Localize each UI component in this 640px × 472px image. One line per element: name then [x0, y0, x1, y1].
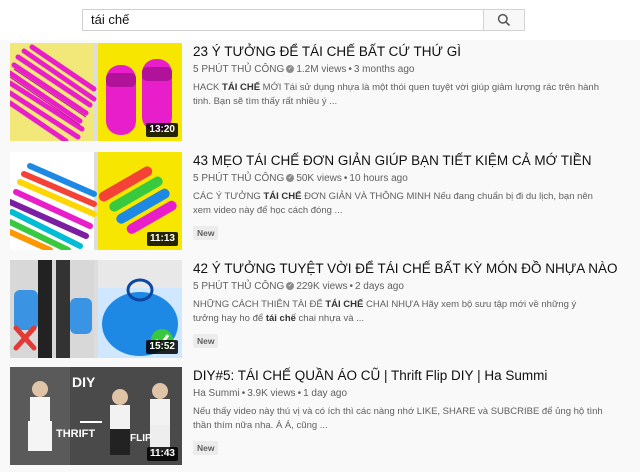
channel-name[interactable]: 5 PHÚT THỦ CÔNG	[193, 64, 284, 75]
search-icon	[497, 13, 511, 27]
separator-dot: •	[349, 281, 353, 292]
video-meta: 5 PHÚT THỦ CÔNG ✓ 50K views • 10 hours ago	[193, 172, 630, 185]
verified-check-icon: ✓	[286, 64, 295, 73]
video-thumbnail[interactable]: DIY THRIFT FLIP 11:43	[10, 367, 182, 465]
video-title[interactable]: 43 MẸO TÁI CHẾ ĐƠN GIẢN GIÚP BẠN TIẾT KI…	[193, 152, 630, 170]
thumbnail-thrift-text: THRIFT	[56, 428, 95, 440]
channel-name[interactable]: Ha Summi	[193, 388, 240, 399]
video-description: HACK TÁI CHẾ MỚI Tái sử dụng nhựa là một…	[193, 82, 599, 107]
thumbnail-diy-text: DIY	[72, 374, 96, 390]
upload-age: 2 days ago	[354, 281, 404, 292]
video-meta: 5 PHÚT THỦ CÔNG ✓ 229K views • 2 days ago	[193, 280, 630, 293]
separator-dot: •	[297, 388, 302, 399]
video-description: NHỮNG CÁCH THIÊN TÀI ĐỂ TÁI CHẾ CHAI NHỰ…	[193, 299, 577, 324]
top-bar: tái chế	[0, 0, 640, 40]
video-duration: 11:43	[146, 447, 178, 461]
video-thumbnail[interactable]: 11:13	[10, 152, 182, 250]
upload-age: 3 months ago	[353, 64, 415, 75]
separator-dot: •	[348, 64, 352, 75]
video-title[interactable]: 23 Ý TƯỞNG ĐỂ TÁI CHẾ BẤT CỨ THỨ GÌ	[193, 43, 630, 61]
video-info: 42 Ý TƯỞNG TUYỆT VỜI ĐỂ TÁI CHẾ BẤT KỲ M…	[193, 260, 630, 349]
separator-dot: •	[241, 388, 246, 399]
video-info: DIY#5: TÁI CHẾ QUẦN ÁO CŨ | Thrift Flip …	[193, 367, 630, 456]
video-title[interactable]: 42 Ý TƯỞNG TUYỆT VỜI ĐỂ TÁI CHẾ BẤT KỲ M…	[193, 260, 630, 278]
video-title[interactable]: DIY#5: TÁI CHẾ QUẦN ÁO CŨ | Thrift Flip …	[193, 367, 630, 385]
video-info: 23 Ý TƯỞNG ĐỂ TÁI CHẾ BẤT CỨ THỨ GÌ 5 PH…	[193, 43, 630, 109]
new-badge: New	[193, 441, 219, 455]
separator-dot: •	[343, 173, 348, 184]
verified-check-icon: ✓	[286, 173, 295, 182]
video-duration: 15:52	[146, 340, 178, 354]
video-result[interactable]: 11:13 43 MẸO TÁI CHẾ ĐƠN GIẢN GIÚP BẠN T…	[10, 152, 630, 250]
video-meta: Ha Summi • 3.9K views • 1 day ago	[193, 387, 630, 400]
video-thumbnail[interactable]: 15:52	[10, 260, 182, 358]
view-count: 229K views	[296, 281, 348, 292]
video-result[interactable]: 13:20 23 Ý TƯỞNG ĐỂ TÁI CHẾ BẤT CỨ THỨ G…	[10, 43, 630, 141]
video-description: CÁC Ý TƯỞNG TÁI CHẾ ĐƠN GIẢN VÀ THÔNG MI…	[193, 191, 593, 216]
upload-age: 1 day ago	[303, 388, 348, 399]
verified-check-icon: ✓	[286, 281, 295, 290]
view-count: 3.9K views	[247, 388, 296, 399]
channel-name[interactable]: 5 PHÚT THỦ CÔNG	[193, 281, 284, 292]
search-button[interactable]	[483, 9, 525, 31]
view-count: 50K views	[296, 173, 342, 184]
channel-name[interactable]: 5 PHÚT THỦ CÔNG	[193, 173, 284, 184]
view-count: 1.2M views	[296, 64, 347, 75]
new-badge: New	[193, 226, 219, 240]
video-meta: 5 PHÚT THỦ CÔNG ✓ 1.2M views • 3 months ago	[193, 63, 630, 76]
video-duration: 11:13	[146, 232, 178, 246]
video-duration: 13:20	[146, 123, 178, 137]
video-result[interactable]: DIY THRIFT FLIP 11:43 DIY#5: TÁI CHẾ QUẦ…	[10, 367, 630, 465]
video-description: Nếu thấy video này thú vị và có ích thì …	[193, 406, 603, 431]
upload-age: 10 hours ago	[349, 173, 408, 184]
search-input[interactable]: tái chế	[82, 9, 483, 31]
video-thumbnail[interactable]: 13:20	[10, 43, 182, 141]
new-badge: New	[193, 334, 219, 348]
thumbnail-flip-text: FLIP	[130, 433, 152, 444]
video-info: 43 MẸO TÁI CHẾ ĐƠN GIẢN GIÚP BẠN TIẾT KI…	[193, 152, 630, 241]
video-result[interactable]: 15:52 42 Ý TƯỞNG TUYỆT VỜI ĐỂ TÁI CHẾ BẤ…	[10, 260, 630, 358]
